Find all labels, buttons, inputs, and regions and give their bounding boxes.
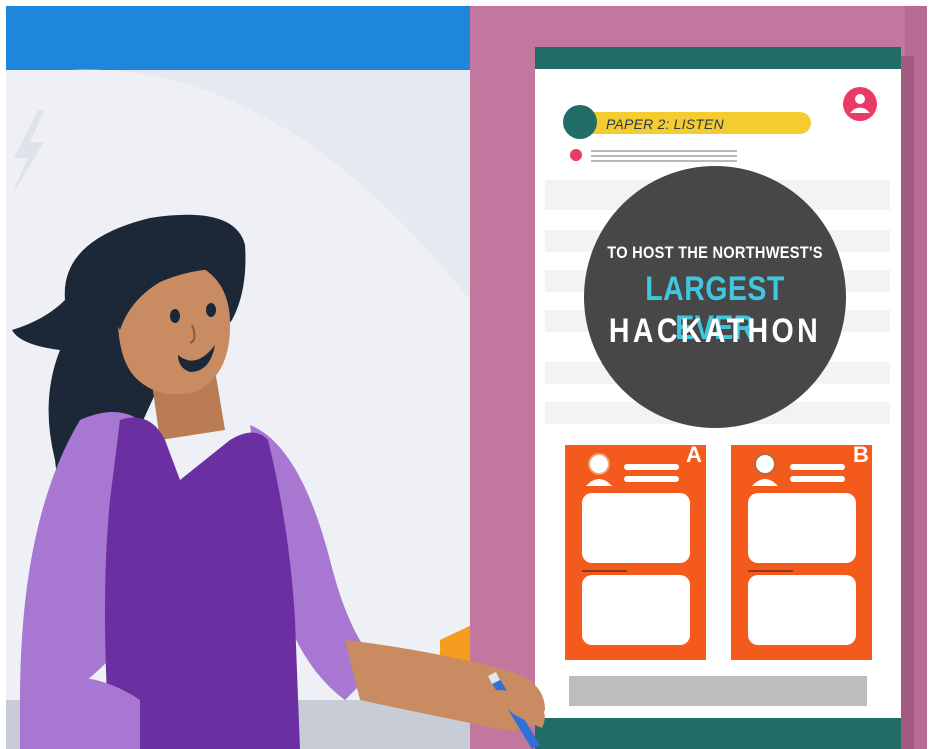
card-a-letter: A xyxy=(686,442,702,467)
top-blue-bar xyxy=(6,6,476,70)
headline-line-1: TO HOST THE NORTHWEST'S xyxy=(607,243,823,262)
paper-tag-label: PAPER 2: LISTEN xyxy=(606,116,724,132)
user-avatar-icon xyxy=(843,87,877,121)
card-b xyxy=(731,445,872,660)
teal-header-bar xyxy=(535,47,901,69)
bottom-grey-bar xyxy=(569,676,867,706)
headline-line-3: HACKATHON xyxy=(608,312,822,350)
card-b-letter: B xyxy=(853,442,869,467)
card-a xyxy=(565,445,706,660)
illustration-scene: PAPER 2: LISTEN TO HOST THE NORTHWEST'S … xyxy=(0,0,933,749)
teal-footer-bar xyxy=(535,718,901,749)
tag-dot xyxy=(563,105,597,139)
